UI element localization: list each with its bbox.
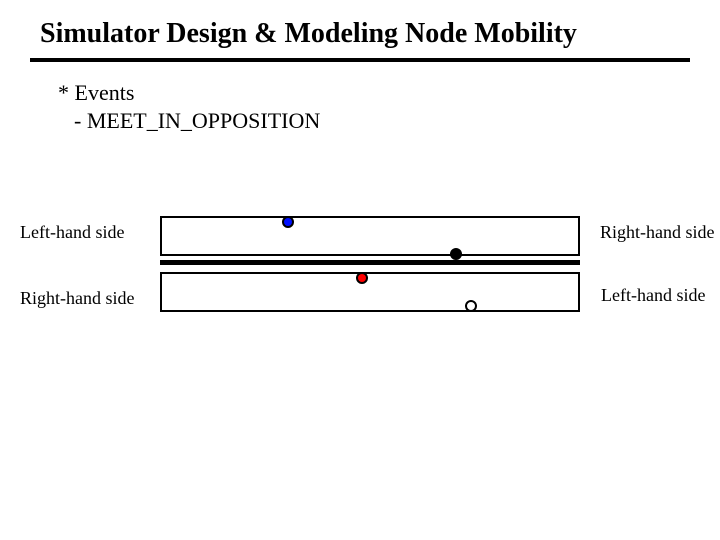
node-black-icon	[450, 248, 462, 260]
lane-separator	[160, 260, 580, 265]
label-top-right: Right-hand side	[600, 222, 715, 243]
label-bottom-right: Left-hand side	[601, 285, 705, 306]
bullet-meet-in-opposition: - MEET_IN_OPPOSITION	[74, 108, 320, 134]
label-top-left: Left-hand side	[20, 222, 124, 243]
node-blue-icon	[282, 216, 294, 228]
slide: Simulator Design & Modeling Node Mobilit…	[0, 0, 720, 540]
node-red-icon	[356, 272, 368, 284]
lane-top	[160, 216, 580, 256]
bullet-events: * Events	[58, 80, 134, 106]
slide-title: Simulator Design & Modeling Node Mobilit…	[40, 18, 680, 50]
node-hollow-icon	[465, 300, 477, 312]
label-bottom-left: Right-hand side	[20, 288, 135, 309]
title-underline	[30, 58, 690, 62]
lane-bottom	[160, 272, 580, 312]
